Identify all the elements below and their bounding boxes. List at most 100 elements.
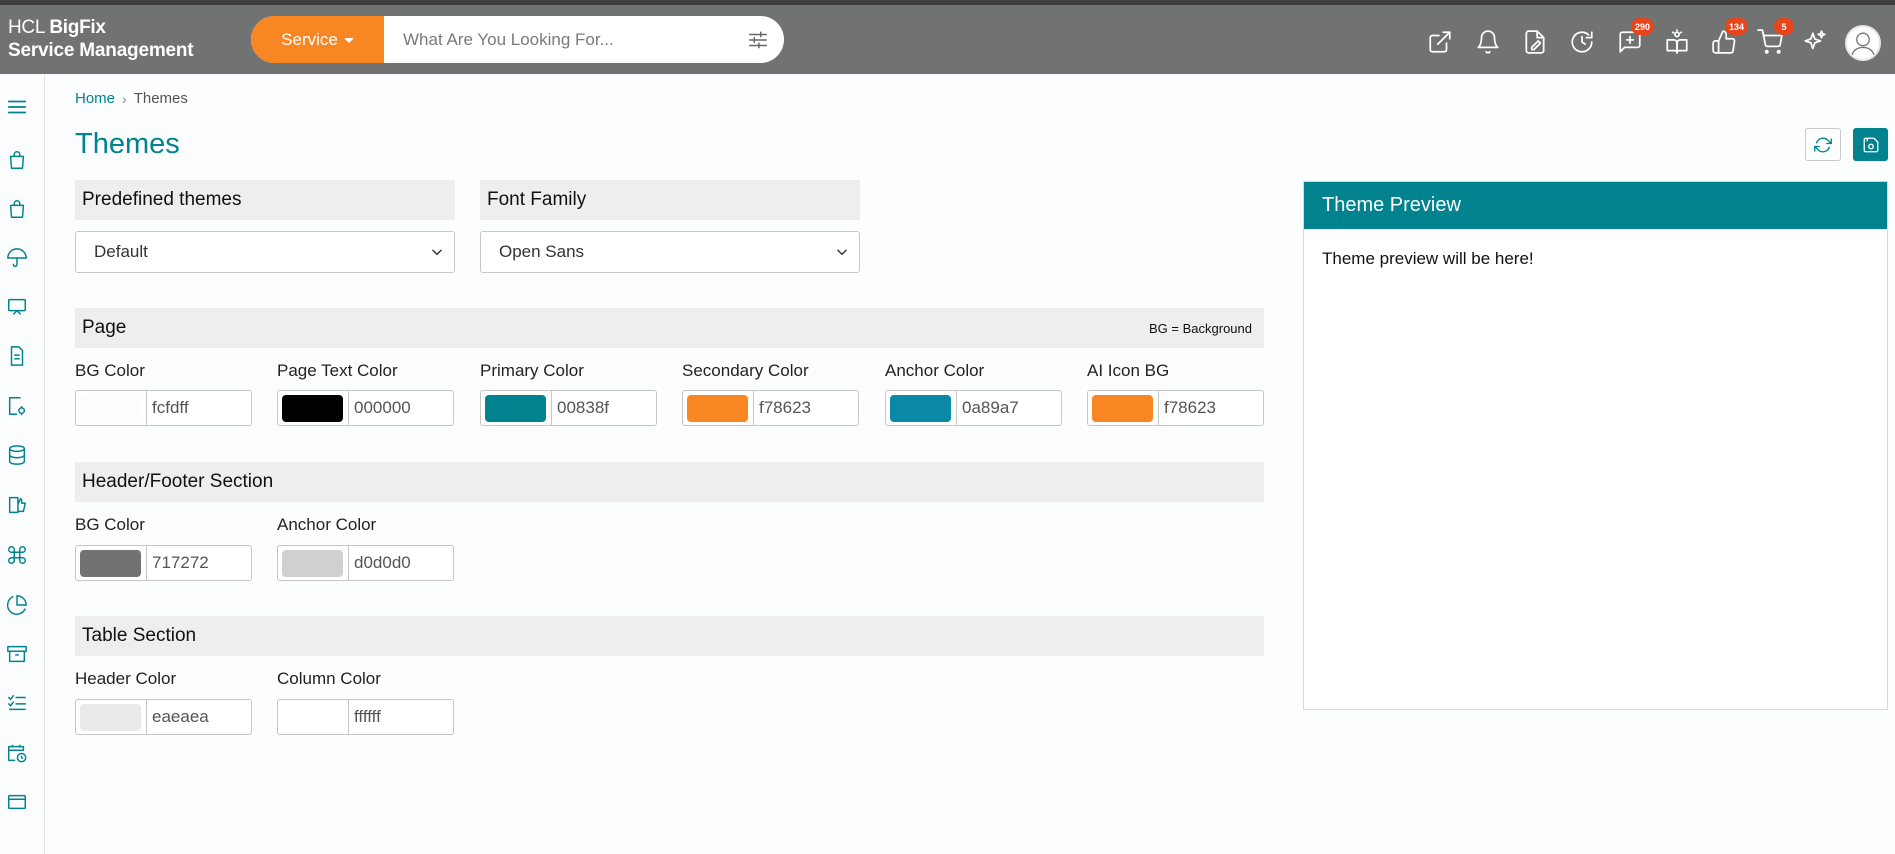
clock-icon[interactable] [1567, 27, 1597, 57]
cart-icon[interactable]: 5 [1755, 18, 1794, 57]
bag-icon[interactable] [6, 198, 28, 220]
color-value[interactable]: 717272 [152, 546, 209, 580]
window-icon[interactable] [6, 791, 28, 813]
user-silhouette-icon [1850, 32, 1876, 57]
chat-plus-icon[interactable]: 290 [1615, 18, 1654, 57]
color-value[interactable]: ffffff [354, 700, 381, 734]
umbrella-icon[interactable] [6, 247, 28, 269]
theme-preview-header: Theme Preview [1304, 182, 1887, 229]
color-value[interactable]: eaeaea [152, 700, 209, 734]
field-label: Primary Color [480, 361, 584, 380]
color-swatch[interactable] [80, 395, 141, 422]
table-section-title: Table Section [82, 625, 197, 646]
service-dropdown-label: Service [281, 29, 338, 49]
logo-text-hcl: HCL [8, 17, 50, 38]
logo-text-bigfix: BigFix [49, 17, 106, 38]
logo-text-service-management: Service Management [8, 40, 194, 61]
book-bulb-icon[interactable] [1662, 27, 1692, 57]
external-link-icon[interactable] [1425, 27, 1455, 57]
document-settings-icon[interactable] [6, 395, 28, 417]
predefined-themes-value: Default [94, 242, 148, 261]
command-icon[interactable] [6, 544, 28, 566]
approval-icon[interactable] [6, 494, 28, 516]
secondary-color-field[interactable]: f78623 [682, 390, 859, 426]
table-section-header: Table Section [75, 616, 1264, 656]
filter-sliders-icon[interactable] [747, 29, 769, 51]
breadcrumb: Home › Themes [75, 90, 188, 107]
page-text-color-field[interactable]: 000000 [277, 390, 454, 426]
color-value[interactable]: 000000 [354, 391, 411, 425]
field-label: Secondary Color [682, 361, 809, 380]
document-icon[interactable] [6, 345, 28, 367]
color-value[interactable]: f78623 [759, 391, 811, 425]
bg-legend-note: BG = Background [1149, 320, 1252, 336]
theme-preview-body: Theme preview will be here! [1322, 249, 1534, 268]
calendar-clock-icon[interactable] [6, 742, 28, 764]
user-avatar[interactable] [1845, 25, 1881, 61]
header-bg-color-field[interactable]: 717272 [75, 545, 252, 581]
breadcrumb-separator-icon: › [122, 90, 127, 107]
breadcrumb-home[interactable]: Home [75, 90, 115, 107]
chevron-down-icon [837, 249, 847, 256]
field-label: Anchor Color [277, 515, 377, 534]
predefined-themes-header: Predefined themes [75, 180, 455, 220]
app-logo[interactable]: HCL BigFix Service Management [8, 16, 194, 62]
checklist-icon[interactable] [6, 692, 28, 714]
bell-icon[interactable] [1473, 27, 1503, 57]
header-footer-section-title: Header/Footer Section [82, 471, 274, 492]
bg-color-field[interactable]: fcfdff [75, 390, 252, 426]
color-swatch[interactable] [282, 550, 343, 577]
field-label: Column Color [277, 669, 381, 688]
color-swatch[interactable] [80, 550, 141, 577]
field-label: AI Icon BG [1087, 361, 1170, 380]
color-swatch[interactable] [282, 395, 343, 422]
chat-badge: 290 [1630, 18, 1654, 35]
font-family-select[interactable]: Open Sans [480, 231, 860, 273]
database-icon[interactable] [6, 444, 28, 466]
color-swatch[interactable] [687, 395, 748, 422]
service-dropdown-button[interactable]: Service [251, 16, 384, 63]
shopping-bag-icon[interactable] [6, 149, 28, 171]
color-value[interactable]: 0a89a7 [962, 391, 1019, 425]
caret-down-icon [343, 38, 354, 43]
monitor-chat-icon[interactable] [6, 296, 28, 318]
color-swatch[interactable] [282, 704, 343, 731]
color-value[interactable]: 00838f [557, 391, 609, 425]
search-input[interactable] [386, 16, 726, 63]
app-header: HCL BigFix Service Management Service 29… [0, 5, 1895, 74]
color-swatch[interactable] [890, 395, 951, 422]
theme-preview-panel: Theme Preview Theme preview will be here… [1303, 181, 1888, 710]
color-value[interactable]: d0d0d0 [354, 546, 411, 580]
font-family-header: Font Family [480, 180, 860, 220]
pie-chart-icon[interactable] [6, 594, 28, 616]
page-title: Themes [75, 128, 180, 160]
color-value[interactable]: fcfdff [152, 391, 189, 425]
archive-icon[interactable] [6, 643, 28, 665]
left-sidebar [0, 74, 45, 854]
refresh-icon [1814, 137, 1832, 152]
field-label: Page Text Color [277, 361, 398, 380]
ai-icon-bg-field[interactable]: f78623 [1087, 390, 1264, 426]
breadcrumb-current: Themes [133, 90, 188, 107]
anchor-color-field[interactable]: 0a89a7 [885, 390, 1062, 426]
likes-badge: 134 [1724, 18, 1748, 35]
refresh-button[interactable] [1805, 128, 1841, 161]
color-swatch[interactable] [485, 395, 546, 422]
table-column-color-field[interactable]: ffffff [277, 699, 454, 735]
menu-hamburger-icon[interactable] [6, 96, 28, 118]
primary-color-field[interactable]: 00838f [480, 390, 657, 426]
sparkle-icon[interactable] [1800, 27, 1830, 57]
color-value[interactable]: f78623 [1164, 391, 1216, 425]
save-button[interactable] [1853, 128, 1888, 161]
color-swatch[interactable] [1092, 395, 1153, 422]
thumbs-up-icon[interactable]: 134 [1709, 18, 1748, 57]
chevron-down-icon [432, 249, 442, 256]
table-header-color-field[interactable]: eaeaea [75, 699, 252, 735]
header-anchor-color-field[interactable]: d0d0d0 [277, 545, 454, 581]
file-edit-icon[interactable] [1520, 27, 1550, 57]
save-icon [1863, 137, 1878, 152]
cart-badge: 5 [1774, 18, 1794, 35]
color-swatch[interactable] [80, 704, 141, 731]
field-label: BG Color [75, 361, 145, 380]
predefined-themes-select[interactable]: Default [75, 231, 455, 273]
